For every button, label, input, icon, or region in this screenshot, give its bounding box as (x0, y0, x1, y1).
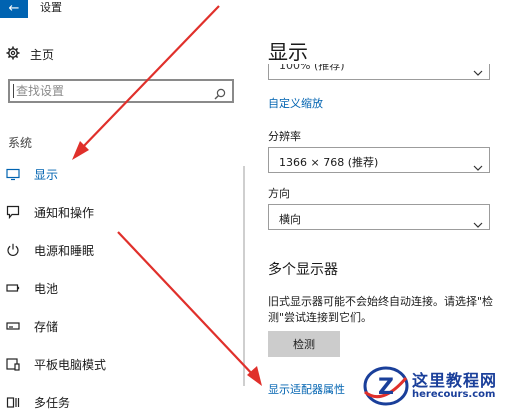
storage-icon (6, 319, 20, 333)
text-cursor (13, 84, 14, 98)
battery-icon (6, 281, 20, 295)
watermark-logo-icon: Z (363, 366, 409, 406)
multiple-displays-heading: 多个显示器 (268, 262, 338, 278)
scale-value: 100% (推荐) (279, 64, 345, 72)
chevron-down-icon (473, 64, 483, 79)
power-icon (6, 243, 20, 257)
gear-icon (6, 45, 20, 64)
watermark-title: 这里教程网 (412, 371, 498, 390)
sidebar-item-notifications[interactable]: 通知和操作 (6, 203, 94, 221)
display-adapter-properties-link[interactable]: 显示适配器属性 (268, 381, 345, 397)
chevron-down-icon (473, 156, 483, 175)
orientation-dropdown[interactable]: 横向 (268, 204, 490, 230)
orientation-value: 横向 (279, 213, 301, 226)
main-panel: 显示 100% (推荐) 自定义缩放 分辨率 1366 × 768 (推荐) 方… (246, 18, 505, 409)
scale-dropdown[interactable]: 100% (推荐) (268, 64, 490, 80)
resolution-label: 分辨率 (268, 130, 301, 143)
sidebar-item-multitasking[interactable]: 多任务 (6, 393, 70, 409)
watermark: Z 这里教程网 herecours.com (362, 362, 505, 409)
multiple-displays-description: 旧式显示器可能不会始终自动连接。请选择"检测"尝试连接到它们。 (268, 295, 494, 324)
sidebar-item-label: 通知和操作 (34, 205, 95, 220)
tablet-mode-icon (6, 357, 20, 371)
multitask-icon (6, 395, 20, 409)
detect-button[interactable]: 检测 (268, 331, 340, 357)
chat-bubble-icon (6, 205, 20, 219)
section-label-system: 系统 (8, 136, 33, 150)
sidebar-item-power[interactable]: 电源和睡眠 (6, 241, 94, 259)
resolution-dropdown[interactable]: 1366 × 768 (推荐) (268, 147, 490, 173)
sidebar-item-label: 存储 (34, 319, 59, 334)
page-title: 显示 (268, 40, 308, 64)
sidebar: 主页 查找设置 系统 显示 通知和操作 电源和睡眠 电池 存储 平板电脑模式 多… (0, 18, 240, 409)
title-bar: ← 设置 (0, 0, 505, 18)
search-icon[interactable] (214, 85, 226, 100)
search-placeholder: 查找设置 (16, 84, 65, 98)
chevron-down-icon (473, 213, 483, 232)
resolution-value: 1366 × 768 (推荐) (279, 156, 379, 169)
scrollbar-track[interactable] (243, 166, 245, 386)
monitor-icon (6, 167, 20, 181)
sidebar-item-label: 电源和睡眠 (34, 243, 95, 258)
sidebar-item-home[interactable]: 主页 (6, 45, 54, 63)
sidebar-item-battery[interactable]: 电池 (6, 279, 58, 297)
window-title: 设置 (40, 1, 62, 14)
logo-letter: Z (378, 375, 394, 400)
sidebar-item-display[interactable]: 显示 (6, 165, 58, 183)
sidebar-item-label: 平板电脑模式 (34, 357, 107, 372)
sidebar-item-label: 多任务 (34, 395, 71, 409)
orientation-label: 方向 (268, 187, 290, 200)
back-arrow-icon: ← (8, 1, 20, 16)
sidebar-item-label: 显示 (34, 167, 59, 182)
custom-scaling-link[interactable]: 自定义缩放 (268, 95, 323, 111)
sidebar-item-tablet-mode[interactable]: 平板电脑模式 (6, 355, 106, 373)
home-label: 主页 (30, 47, 55, 62)
sidebar-item-storage[interactable]: 存储 (6, 317, 58, 335)
back-button[interactable]: ← (0, 0, 28, 18)
sidebar-item-label: 电池 (34, 281, 59, 296)
search-input[interactable]: 查找设置 (8, 79, 234, 103)
watermark-url: herecours.com (412, 389, 496, 400)
